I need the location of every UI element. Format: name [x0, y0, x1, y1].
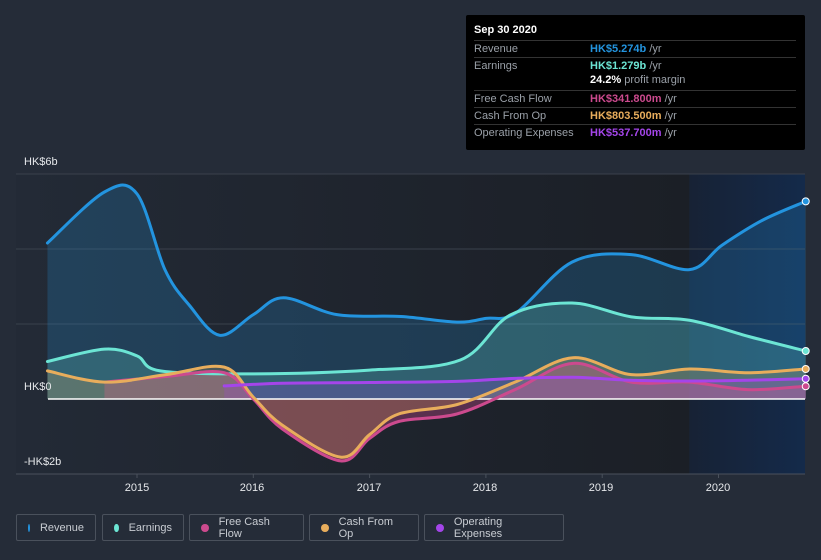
legend-dot-icon: [321, 523, 329, 532]
tooltip-unit: /yr: [646, 43, 662, 55]
x-tick-label: 2015: [124, 482, 150, 494]
legend-dot-icon: [114, 523, 119, 532]
legend-dot-icon: [28, 523, 30, 532]
tooltip-value: HK$341.800m: [590, 93, 662, 105]
legend-label: Cash From Op: [338, 515, 393, 540]
tooltip-unit: /yr: [661, 110, 677, 122]
tooltip-date: Sep 30 2020: [474, 24, 537, 36]
tooltip-value: HK$5.274b: [590, 43, 647, 55]
tooltip-label: Earnings: [474, 60, 518, 72]
legend-item-revenue[interactable]: Revenue: [16, 514, 96, 541]
y-tick-label: HK$6b: [24, 156, 58, 168]
x-tick-label: 2019: [588, 482, 614, 494]
legend-label: Free Cash Flow: [218, 515, 270, 540]
free-cash-flow-end-marker: [801, 382, 810, 391]
tooltip-value: HK$537.700m: [590, 127, 662, 139]
tooltip-row-cash-from-op: Cash From Op HK$803.500m /yr: [474, 107, 796, 125]
legend-item-earnings[interactable]: Earnings: [102, 514, 184, 541]
legend-item-free-cash-flow[interactable]: Free Cash Flow: [189, 514, 304, 541]
tooltip-row-earnings: Earnings HK$1.279b /yr: [474, 57, 796, 75]
legend-label: Revenue: [39, 521, 84, 534]
x-tick-label: 2020: [705, 482, 731, 494]
x-tick-label: 2017: [356, 482, 382, 494]
x-tick-label: 2016: [239, 482, 265, 494]
legend-label: Earnings: [128, 521, 172, 534]
operating-expenses-end-marker: [801, 374, 810, 383]
tooltip-label: Free Cash Flow: [474, 93, 552, 105]
data-tooltip: Sep 30 2020 Revenue HK$5.274b /yr Earnin…: [466, 15, 805, 150]
legend-item-cash-from-op[interactable]: Cash From Op: [309, 514, 419, 541]
profit-margin: 24.2% profit margin: [590, 74, 685, 86]
x-tick-label: 2018: [472, 482, 498, 494]
legend-dot-icon: [436, 523, 444, 532]
cash-from-op-end-marker: [801, 365, 810, 373]
tooltip-label: Revenue: [474, 43, 519, 55]
profit-margin-value: 24.2%: [590, 74, 622, 86]
tooltip-unit: /yr: [646, 60, 662, 72]
tooltip-value: HK$803.500m: [590, 110, 662, 122]
revenue-end-marker: [801, 197, 810, 206]
legend-dot-icon: [201, 523, 209, 532]
profit-margin-label: profit margin: [621, 74, 686, 86]
legend-item-operating-expenses[interactable]: Operating Expenses: [424, 514, 564, 541]
y-tick-label: -HK$2b: [24, 456, 62, 468]
tooltip-label: Cash From Op: [474, 110, 547, 122]
earnings-end-marker: [801, 347, 810, 355]
tooltip-row-operating-expenses: Operating Expenses HK$537.700m /yr: [474, 124, 796, 142]
tooltip-label: Operating Expenses: [474, 127, 574, 139]
tooltip-value: HK$1.279b: [590, 60, 647, 72]
tooltip-unit: /yr: [661, 127, 677, 139]
tooltip-unit: /yr: [661, 93, 677, 105]
legend-label: Operating Expenses: [453, 515, 503, 540]
tooltip-row-revenue: Revenue HK$5.274b /yr: [474, 40, 796, 58]
y-tick-label: HK$0: [24, 381, 52, 393]
tooltip-row-free-cash-flow: Free Cash Flow HK$341.800m /yr: [474, 90, 796, 108]
